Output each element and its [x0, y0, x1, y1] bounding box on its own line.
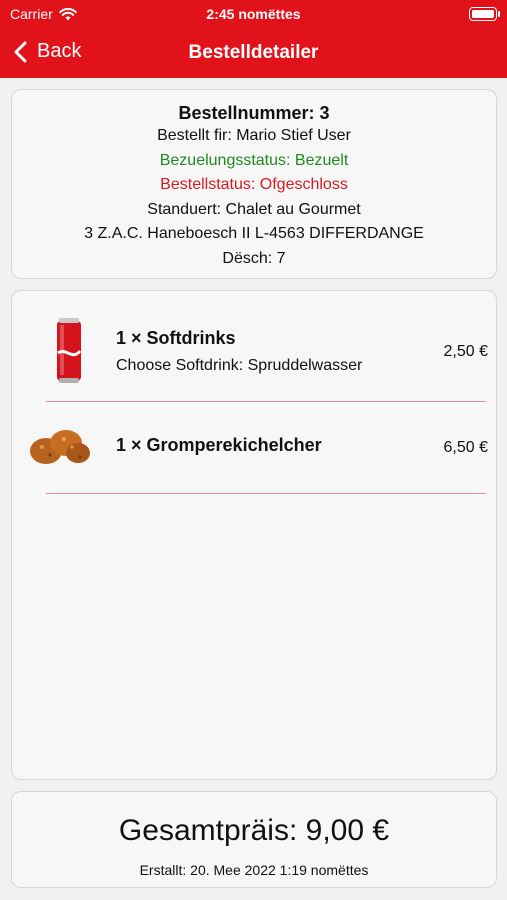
item-separator — [46, 493, 486, 494]
potato-fritters-icon — [30, 430, 90, 464]
item-price: 6,50 € — [443, 439, 488, 456]
item-option: Choose Softdrink: Spruddelwasser — [116, 357, 363, 374]
ordered-for: Bestellt fir: Mario Stief User — [157, 127, 351, 144]
clock: 2:45 nomëttes — [206, 6, 301, 22]
item-price: 2,50 € — [443, 343, 488, 360]
location: Standuert: Chalet au Gourmet — [147, 200, 361, 218]
order-info-card: Bestellnummer: 3 Bestellt fir: Mario Sti… — [11, 89, 497, 279]
cola-can-icon — [57, 318, 82, 383]
item-separator — [46, 401, 486, 402]
order-status: Bestellstatus: Ofgeschloss — [160, 176, 348, 193]
order-item-gromperekichelcher[interactable]: 1 × Gromperekichelcher 6,50 € — [24, 419, 488, 479]
order-summary-card: Gesamtpräis: 9,00 € Erstallt: 20. Mee 20… — [11, 791, 497, 888]
order-items-card: 1 × Softdrinks Choose Softdrink: Sprudde… — [11, 290, 497, 780]
item-title: 1 × Softdrinks — [116, 328, 236, 348]
total-price: Gesamtpräis: 9,00 € — [118, 814, 390, 847]
address: 3 Z.A.C. Haneboesch II L-4563 DIFFERDANG… — [84, 225, 424, 242]
battery-icon — [469, 7, 500, 21]
page-title: Bestelldetailer — [188, 42, 319, 63]
status-bar: Carrier 2:45 nomëttes — [0, 0, 507, 30]
payment-status: Bezuelungsstatus: Bezuelt — [159, 151, 349, 169]
order-number: Bestellnummer: 3 — [178, 103, 330, 123]
table-number: Dësch: 7 — [222, 249, 286, 267]
order-item-softdrinks[interactable]: 1 × Softdrinks Choose Softdrink: Sprudde… — [24, 315, 488, 387]
created-date: Erstallt: 20. Mee 2022 1:19 nomëttes — [139, 862, 369, 878]
navigation-bar: Back Bestelldetailer — [0, 30, 507, 78]
item-title: 1 × Gromperekichelcher — [116, 435, 322, 455]
